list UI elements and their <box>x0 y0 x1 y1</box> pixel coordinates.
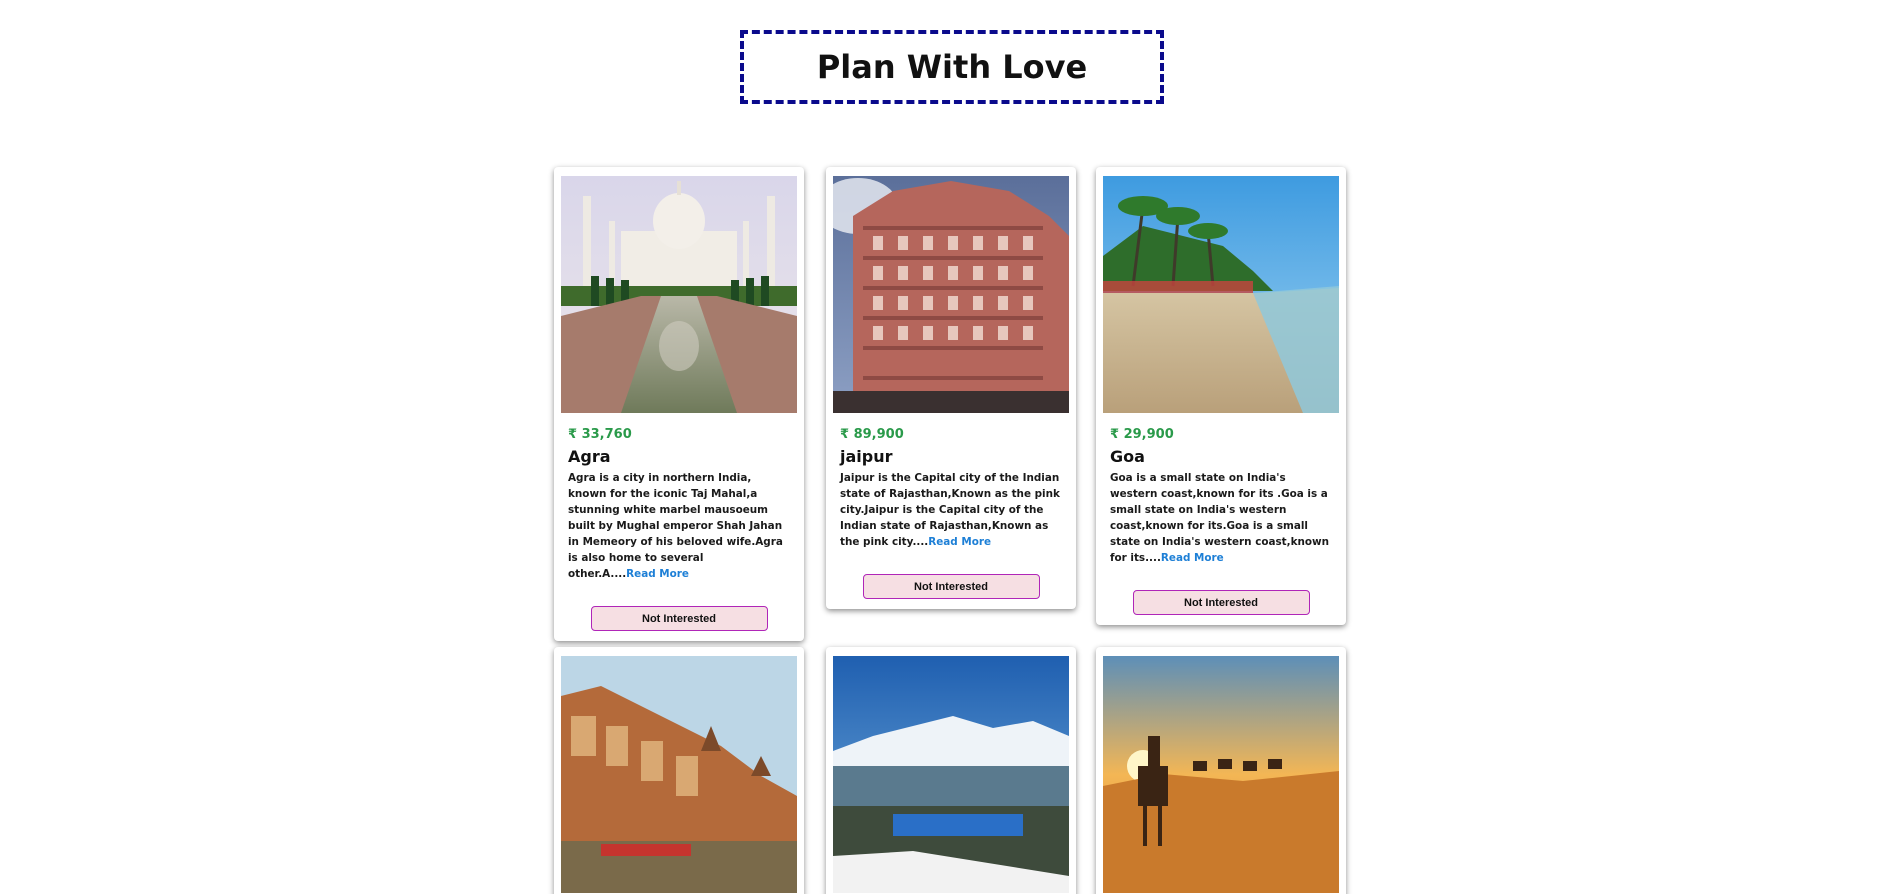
tour-card-jaipur: ₹ 89,900 jaipur Jaipur is the Capital ci… <box>826 167 1076 609</box>
tour-image-desert <box>1103 656 1339 893</box>
tour-description: Agra is a city in northern India, known … <box>568 470 791 582</box>
tour-card-desert <box>1096 647 1346 894</box>
tour-description-text: Goa is a small state on India's western … <box>1110 472 1330 564</box>
read-more-link[interactable]: Read More <box>928 536 991 548</box>
read-more-link[interactable]: Read More <box>626 568 689 580</box>
read-more-link[interactable]: Read More <box>1161 552 1224 564</box>
tour-image-varanasi <box>561 656 797 893</box>
page-title: Plan With Love <box>816 48 1088 86</box>
tour-card-agra: ₹ 33,760 Agra Agra is a city in northern… <box>554 167 804 641</box>
tour-card-varanasi <box>554 647 804 894</box>
tour-price: ₹ 29,900 <box>1110 427 1174 442</box>
tour-description: Jaipur is the Capital city of the Indian… <box>840 470 1063 550</box>
tour-image-darjeeling <box>833 656 1069 893</box>
tour-price: ₹ 89,900 <box>840 427 904 442</box>
tour-image-jaipur <box>833 176 1069 413</box>
tour-card-darjeeling <box>826 647 1076 894</box>
not-interested-button[interactable]: Not Interested <box>862 574 1040 599</box>
page-title-box: Plan With Love <box>740 30 1164 104</box>
tour-description: Goa is a small state on India's western … <box>1110 470 1333 566</box>
not-interested-button[interactable]: Not Interested <box>590 606 768 631</box>
page: Plan With Love ₹ 33,760 Agra Agra is a c… <box>0 0 1895 894</box>
not-interested-button[interactable]: Not Interested <box>1132 590 1310 615</box>
tour-description-text: Agra is a city in northern India, known … <box>568 472 783 580</box>
tour-name: jaipur <box>840 447 893 466</box>
tour-name: Agra <box>568 447 611 466</box>
tour-image-agra <box>561 176 797 413</box>
tour-card-goa: ₹ 29,900 Goa Goa is a small state on Ind… <box>1096 167 1346 625</box>
tour-image-goa <box>1103 176 1339 413</box>
tour-name: Goa <box>1110 447 1145 466</box>
tour-price: ₹ 33,760 <box>568 427 632 442</box>
